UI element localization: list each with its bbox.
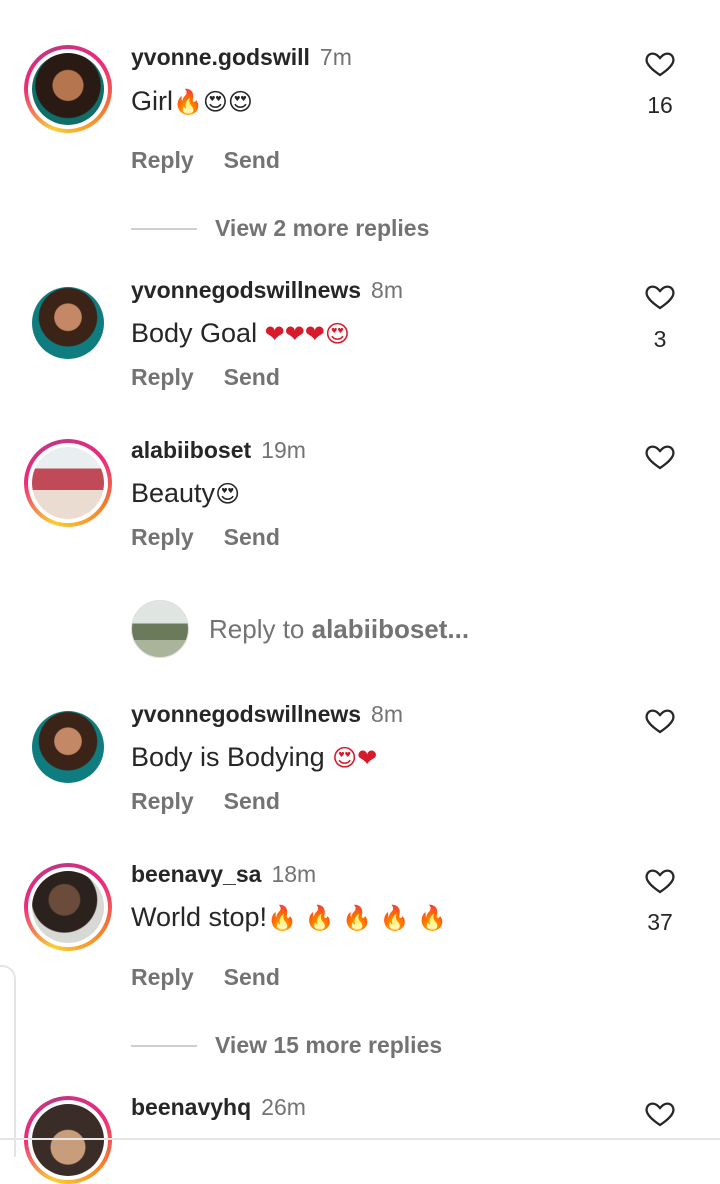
avatar-image <box>32 53 104 125</box>
comment-emojis: 😍 <box>215 480 241 508</box>
comment-time: 26m <box>261 1094 306 1120</box>
comment-actions: Reply Send <box>131 788 310 815</box>
reply-button[interactable]: Reply <box>131 964 194 990</box>
view-more-replies[interactable]: View 2 more replies <box>131 215 429 242</box>
comment-text: Beauty😍 <box>131 478 241 508</box>
heart-outline-icon[interactable] <box>643 47 677 79</box>
send-button[interactable]: Send <box>224 147 280 173</box>
comment-time: 19m <box>261 437 306 463</box>
like-count: 16 <box>647 92 673 118</box>
comment-actions: Reply Send <box>131 364 310 391</box>
avatar[interactable] <box>24 45 112 133</box>
reply-composer[interactable]: Reply to alabiiboset... <box>131 600 469 658</box>
avatar[interactable] <box>24 279 112 367</box>
reply-button[interactable]: Reply <box>131 788 194 814</box>
comment-text: World stop!🔥 🔥 🔥 🔥 🔥 <box>131 902 447 932</box>
avatar-image <box>32 1104 104 1176</box>
view-more-replies[interactable]: View 15 more replies <box>131 1032 442 1059</box>
heart-outline-icon[interactable] <box>643 704 677 736</box>
comment-username[interactable]: yvonne.godswill 7m <box>131 44 352 71</box>
reply-input[interactable]: Reply to alabiiboset... <box>209 614 469 645</box>
send-button[interactable]: Send <box>224 524 280 550</box>
avatar-image <box>32 711 104 783</box>
comment-time: 8m <box>371 277 403 303</box>
comment-emojis: 🔥😍😍 <box>173 88 253 116</box>
avatar-image <box>32 287 104 359</box>
heart-outline-icon[interactable] <box>643 1097 677 1129</box>
send-button[interactable]: Send <box>224 964 280 990</box>
reply-button[interactable]: Reply <box>131 524 194 550</box>
comment-actions: Reply Send <box>131 524 310 551</box>
comment-username[interactable]: yvonnegodswillnews 8m <box>131 701 403 728</box>
comment-actions: Reply Send <box>131 147 310 174</box>
comment-text: Girl🔥😍😍 <box>131 86 253 116</box>
heart-outline-icon[interactable] <box>643 280 677 312</box>
sheet-edge <box>0 965 16 1157</box>
comment-time: 7m <box>319 44 352 70</box>
like-count: 3 <box>653 326 667 352</box>
comment-username[interactable]: alabiiboset 19m <box>131 437 306 464</box>
comment-time: 18m <box>271 861 317 887</box>
comment-emojis: 😍❤ <box>332 744 378 772</box>
heart-outline-icon[interactable] <box>643 864 677 896</box>
avatar[interactable] <box>24 863 112 951</box>
comment-time: 8m <box>371 701 403 727</box>
reply-button[interactable]: Reply <box>131 147 194 173</box>
comment-username[interactable]: yvonnegodswillnews 8m <box>131 277 403 304</box>
send-button[interactable]: Send <box>224 364 280 390</box>
comment-emojis: ❤❤❤😍 <box>264 320 350 348</box>
comment-username[interactable]: beenavyhq 26m <box>131 1094 306 1121</box>
avatar[interactable] <box>24 1096 112 1184</box>
divider <box>0 1138 720 1140</box>
avatar[interactable] <box>24 439 112 527</box>
comment-text: Body is Bodying 😍❤ <box>131 742 378 772</box>
avatar-image <box>32 447 104 519</box>
reply-target: alabiiboset... <box>311 613 470 644</box>
send-button[interactable]: Send <box>224 788 280 814</box>
reply-button[interactable]: Reply <box>131 364 194 390</box>
comment-emojis: 🔥 🔥 🔥 🔥 🔥 <box>267 904 447 932</box>
current-user-avatar <box>131 600 189 658</box>
avatar[interactable] <box>24 703 112 791</box>
avatar-image <box>32 871 104 943</box>
comment-text: Body Goal ❤❤❤😍 <box>131 318 350 348</box>
comment-username[interactable]: beenavy_sa 18m <box>131 861 316 888</box>
heart-outline-icon[interactable] <box>643 440 677 472</box>
like-count: 37 <box>647 909 673 935</box>
comment-actions: Reply Send <box>131 964 310 991</box>
